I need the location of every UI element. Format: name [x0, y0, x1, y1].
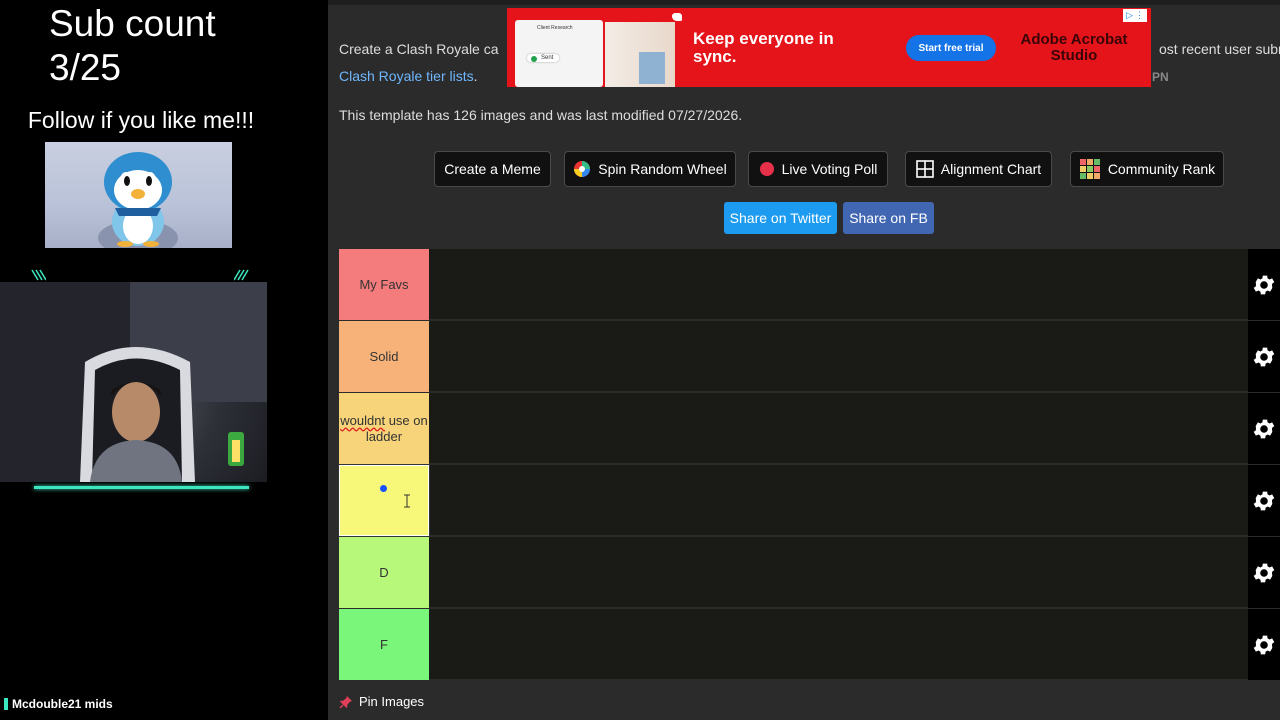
tier-label-text: D [379, 564, 389, 580]
tier-row[interactable]: wouldnt use on ladder [339, 393, 1280, 464]
advertisement-banner[interactable]: Client Research Sent Keep everyone in sy… [507, 8, 1151, 87]
penguin-mascot-image [45, 142, 232, 248]
tier-label[interactable]: wouldnt use on ladder [339, 393, 429, 464]
ad-start-trial-button[interactable]: Start free trial [906, 35, 996, 61]
tier-label-text: My Favs [359, 276, 409, 292]
pin-images-label: Pin Images [359, 694, 425, 709]
follow-text: Follow if you like me!!! [27, 107, 255, 133]
live-voting-poll-button[interactable]: Live Voting Poll [748, 151, 888, 187]
ad-doc-title: Client Research [537, 25, 573, 31]
pushpin-icon [339, 695, 352, 709]
live-voting-poll-label: Live Voting Poll [781, 161, 878, 177]
tier-label-text: Solid [369, 348, 399, 364]
wheel-icon [574, 161, 591, 177]
tier-settings-button[interactable] [1248, 465, 1280, 536]
tier-row[interactable]: Solid [339, 321, 1280, 392]
partial-text: PN [1152, 70, 1169, 84]
tier-label[interactable]: My Favs [339, 249, 429, 320]
sub-count-value: 3/25 [49, 47, 122, 88]
text-caret-dot [380, 485, 387, 492]
chevron-decoration-icon [234, 269, 249, 281]
intro-text: Create a Clash Royale ca [339, 41, 499, 57]
alignment-chart-button[interactable]: Alignment Chart [905, 151, 1052, 187]
tier-settings-button[interactable] [1248, 321, 1280, 392]
pin-images-toggle[interactable]: Pin Images [339, 694, 424, 709]
spin-random-wheel-button[interactable]: Spin Random Wheel [564, 151, 736, 187]
intro-right-text: ost recent user subr [1159, 41, 1280, 57]
tier-settings-button[interactable] [1248, 393, 1280, 464]
community-rank-label: Community Rank [1107, 161, 1216, 177]
spin-random-wheel-label: Spin Random Wheel [598, 161, 727, 177]
tier-settings-button[interactable] [1248, 249, 1280, 320]
red-dot-icon [759, 162, 774, 176]
ad-brand: Adobe Acrobat Studio [1020, 31, 1128, 64]
tier-row[interactable]: D [339, 537, 1280, 608]
tier-label-text: F [380, 636, 388, 652]
ad-choices-icon[interactable]: ▷ ⋮ [1123, 9, 1147, 22]
gear-icon [1253, 347, 1275, 366]
username-label: Mcdouble21 mids [12, 697, 113, 711]
accent-marker [4, 698, 8, 710]
text-cursor-icon [404, 494, 410, 508]
grid-icon [915, 160, 934, 178]
tier-label-text: wouldnt use on ladder [340, 412, 428, 444]
misspelled-word: wouldnt [340, 412, 386, 428]
page-top-edge [328, 0, 1280, 5]
alignment-chart-label: Alignment Chart [940, 161, 1042, 177]
tier-label[interactable]: Solid [339, 321, 429, 392]
share-on-twitter-button[interactable]: Share on Twitter [724, 202, 837, 234]
webcam-feed [0, 282, 267, 482]
chevron-decoration-icon [31, 269, 46, 281]
template-intro: Create a Clash Royale ca ost recent user… [339, 36, 1280, 90]
webcam-accent-bar [34, 486, 249, 489]
webcam-frame [0, 268, 268, 492]
ad-photo [605, 22, 675, 87]
tier-label[interactable]: D [339, 537, 429, 608]
share-on-fb-button[interactable]: Share on FB [843, 202, 934, 234]
create-meme-label: Create a Meme [444, 161, 541, 177]
twitter-bird-icon [672, 13, 682, 21]
rank-grid-icon [1079, 159, 1100, 179]
intro-link-suffix: . [473, 68, 478, 84]
tier-row[interactable] [338, 464, 1280, 537]
gear-icon [1253, 275, 1275, 294]
tier-row[interactable]: My Favs [339, 249, 1280, 320]
ad-document-preview: Client Research Sent [515, 20, 603, 87]
ad-headline: Keep everyone in sync. [693, 29, 834, 66]
tier-settings-button[interactable] [1248, 537, 1280, 608]
create-meme-button[interactable]: Create a Meme [434, 151, 551, 187]
tier-label[interactable]: F [339, 609, 429, 680]
sub-count-title: Sub count [49, 3, 216, 44]
template-info: This template has 126 images and was las… [339, 107, 743, 123]
tier-maker-page: Create a Clash Royale ca ost recent user… [328, 0, 1280, 720]
gear-icon [1253, 563, 1275, 582]
clash-royale-tier-lists-link[interactable]: Clash Royale tier lists [339, 68, 474, 84]
gear-icon [1253, 419, 1275, 438]
gear-icon [1253, 491, 1275, 510]
streamer-name: Mcdouble21 mids [0, 695, 113, 713]
tier-label-editing[interactable] [338, 464, 430, 537]
tier-settings-button[interactable] [1248, 609, 1280, 680]
pin-bar-background [328, 689, 1280, 720]
stream-overlay: Sub count 3/25 Follow if you like me!!! [0, 0, 327, 720]
gear-icon [1253, 635, 1275, 654]
tier-row[interactable]: F [339, 609, 1280, 680]
community-rank-button[interactable]: Community Rank [1070, 151, 1224, 187]
ad-sent-badge: Sent [527, 54, 560, 62]
